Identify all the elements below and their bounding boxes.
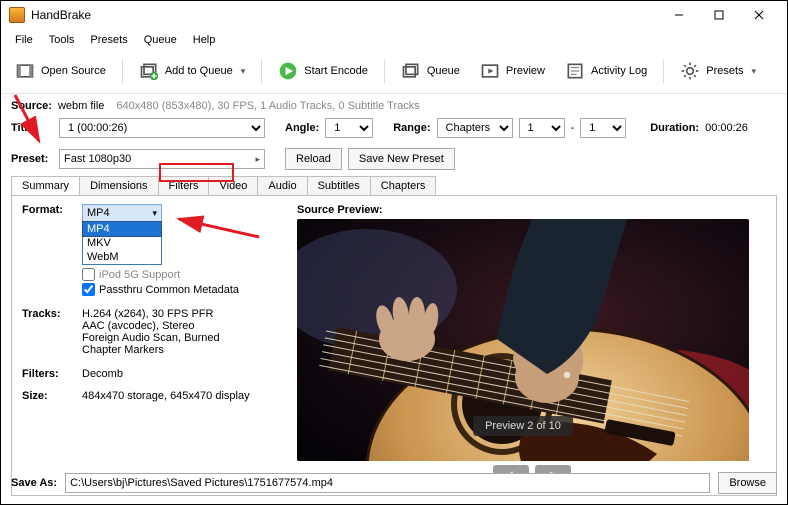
ipod-label: iPod 5G Support bbox=[99, 269, 180, 281]
tab-subtitles[interactable]: Subtitles bbox=[307, 176, 371, 195]
save-as-input[interactable] bbox=[65, 473, 710, 493]
size-label: Size: bbox=[22, 390, 82, 402]
film-icon bbox=[15, 61, 35, 81]
tabs: Summary Dimensions Filters Video Audio S… bbox=[11, 176, 777, 195]
maximize-button[interactable] bbox=[699, 3, 739, 27]
app-title: HandBrake bbox=[31, 8, 91, 22]
range-type-select[interactable]: Chapters bbox=[437, 118, 513, 138]
title-row: Title: 1 (00:00:26) Angle: 1 Range: Chap… bbox=[11, 118, 777, 138]
summary-panel: Format: MP4▾ MP4 MKV WebM bbox=[11, 195, 777, 496]
tab-video[interactable]: Video bbox=[208, 176, 258, 195]
format-option-mp4[interactable]: MP4 bbox=[82, 221, 162, 237]
preview-counter: Preview 2 of 10 bbox=[473, 416, 573, 436]
source-row: Source: webm file 640x480 (853x480), 30 … bbox=[11, 100, 777, 112]
preset-label: Preset: bbox=[11, 153, 53, 165]
format-option-webm[interactable]: WebM bbox=[83, 250, 161, 264]
log-icon bbox=[565, 61, 585, 81]
preview-icon bbox=[480, 61, 500, 81]
queue-button[interactable]: Queue bbox=[393, 57, 468, 85]
source-label: Source: bbox=[11, 100, 52, 112]
preset-select[interactable]: Fast 1080p30▸ bbox=[59, 149, 265, 169]
duration-label: Duration: bbox=[650, 122, 699, 134]
title-bar: HandBrake bbox=[1, 1, 787, 29]
tracks-label: Tracks: bbox=[22, 308, 82, 356]
queue-icon bbox=[401, 61, 421, 81]
range-from-select[interactable]: 1 bbox=[519, 118, 565, 138]
menu-tools[interactable]: Tools bbox=[41, 31, 83, 49]
title-select[interactable]: 1 (00:00:26) bbox=[59, 118, 265, 138]
size-value: 484x470 storage, 645x470 display bbox=[82, 390, 277, 402]
activity-log-button[interactable]: Activity Log bbox=[557, 57, 655, 85]
format-option-mkv[interactable]: MKV bbox=[83, 236, 161, 250]
menu-presets[interactable]: Presets bbox=[82, 31, 135, 49]
filters-label: Filters: bbox=[22, 368, 82, 380]
play-icon bbox=[278, 61, 298, 81]
reload-button[interactable]: Reload bbox=[285, 148, 342, 170]
menu-help[interactable]: Help bbox=[185, 31, 224, 49]
menu-bar: File Tools Presets Queue Help bbox=[1, 29, 787, 53]
toolbar: Open Source Add to Queue ▾ Start Encode … bbox=[1, 53, 787, 94]
source-preview-image: Preview 2 of 10 bbox=[297, 219, 749, 461]
tab-summary[interactable]: Summary bbox=[11, 176, 80, 195]
menu-queue[interactable]: Queue bbox=[136, 31, 185, 49]
passthru-label: Passthru Common Metadata bbox=[99, 284, 239, 296]
add-to-queue-button[interactable]: Add to Queue ▾ bbox=[131, 57, 253, 85]
close-button[interactable] bbox=[739, 3, 779, 27]
open-source-button[interactable]: Open Source bbox=[7, 57, 114, 85]
preview-button[interactable]: Preview bbox=[472, 57, 553, 85]
start-encode-button[interactable]: Start Encode bbox=[270, 57, 376, 85]
chevron-down-icon: ▾ bbox=[752, 66, 757, 77]
gear-icon bbox=[680, 61, 700, 81]
save-as-row: Save As: Browse bbox=[1, 468, 787, 500]
tab-audio[interactable]: Audio bbox=[257, 176, 307, 195]
range-label: Range: bbox=[393, 122, 430, 134]
save-new-preset-button[interactable]: Save New Preset bbox=[348, 148, 455, 170]
presets-button[interactable]: Presets ▾ bbox=[672, 57, 764, 85]
range-dash: - bbox=[571, 122, 575, 134]
ipod-checkbox[interactable] bbox=[82, 268, 95, 281]
browse-button[interactable]: Browse bbox=[718, 472, 777, 494]
angle-select[interactable]: 1 bbox=[325, 118, 373, 138]
format-dropdown-list: MP4 MKV WebM bbox=[82, 221, 162, 265]
format-select[interactable]: MP4▾ bbox=[82, 204, 162, 222]
tab-filters[interactable]: Filters bbox=[158, 176, 210, 195]
tab-chapters[interactable]: Chapters bbox=[370, 176, 437, 195]
angle-label: Angle: bbox=[285, 122, 319, 134]
minimize-button[interactable] bbox=[659, 3, 699, 27]
queue-add-icon bbox=[139, 61, 159, 81]
chevron-down-icon: ▾ bbox=[241, 66, 246, 77]
passthru-checkbox[interactable] bbox=[82, 283, 95, 296]
source-preview-caption: Source Preview: bbox=[297, 204, 766, 216]
format-label: Format: bbox=[22, 204, 82, 298]
tab-dimensions[interactable]: Dimensions bbox=[79, 176, 158, 195]
source-info: 640x480 (853x480), 30 FPS, 1 Audio Track… bbox=[116, 100, 419, 112]
save-as-label: Save As: bbox=[11, 477, 57, 489]
app-icon bbox=[9, 7, 25, 23]
title-label: Title: bbox=[11, 122, 53, 134]
range-to-select[interactable]: 1 bbox=[580, 118, 626, 138]
menu-file[interactable]: File bbox=[7, 31, 41, 49]
filters-value: Decomb bbox=[82, 368, 277, 380]
preset-row: Preset: Fast 1080p30▸ Reload Save New Pr… bbox=[11, 148, 777, 170]
tracks-list: H.264 (x264), 30 FPS PFR AAC (avcodec), … bbox=[82, 308, 277, 356]
duration-value: 00:00:26 bbox=[705, 122, 748, 134]
source-name: webm file bbox=[58, 100, 104, 112]
